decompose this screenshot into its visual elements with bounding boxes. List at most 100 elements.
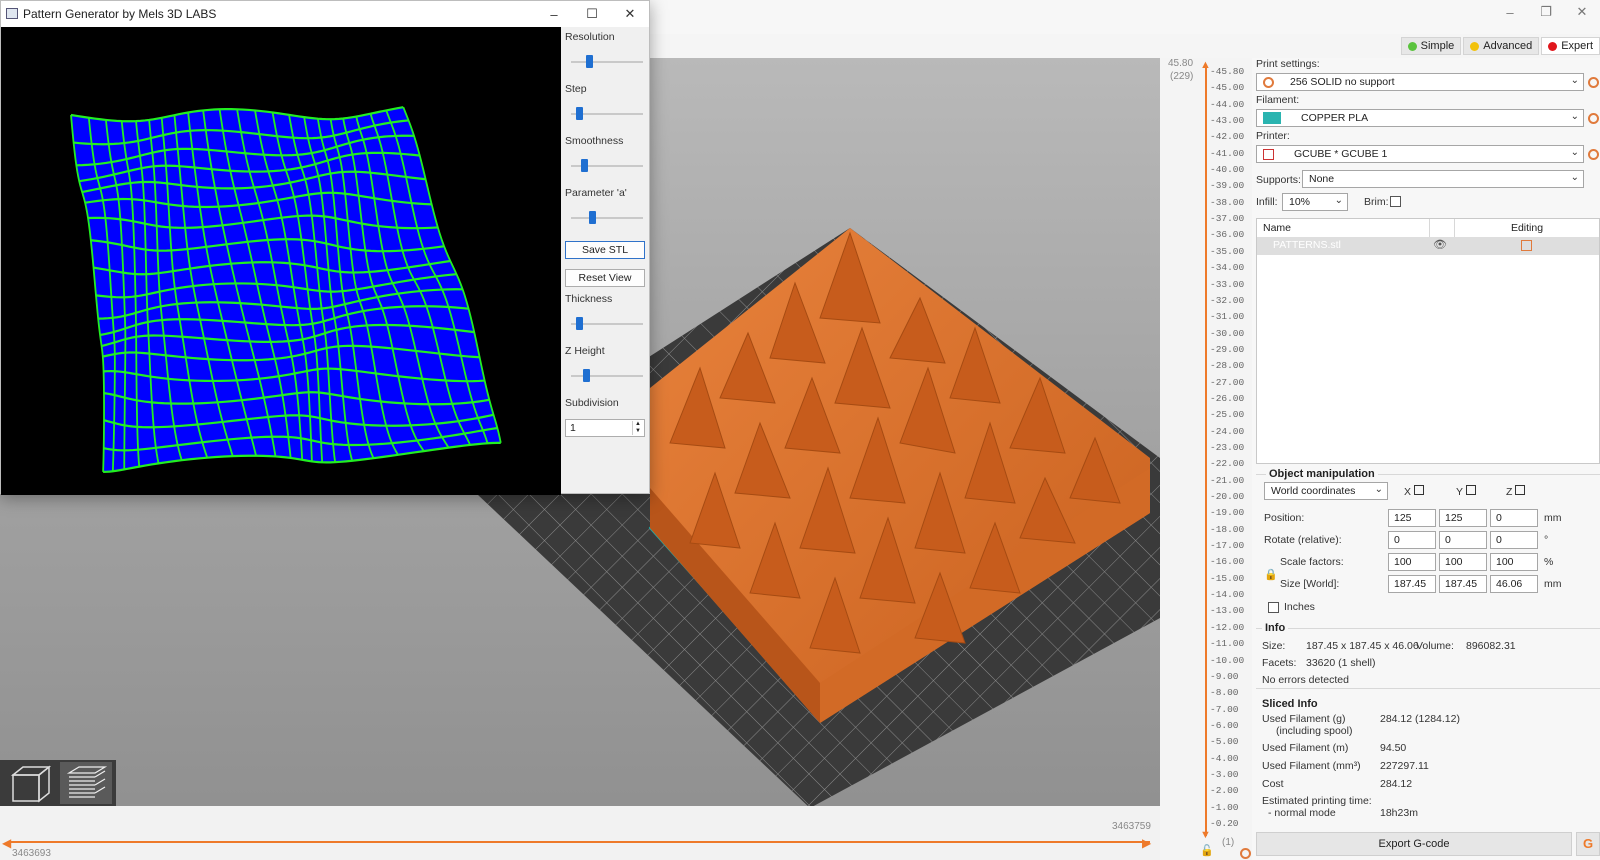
infill-label: Infill: bbox=[1256, 196, 1278, 208]
info-size-value: 187.45 x 187.45 x 46.06 bbox=[1306, 640, 1419, 652]
col-editing-header[interactable]: Editing bbox=[1455, 219, 1599, 237]
print-settings-edit-icon[interactable] bbox=[1588, 77, 1599, 88]
layer-tick-label: -19.00 bbox=[1210, 507, 1245, 519]
layer-tick-label: -17.00 bbox=[1210, 540, 1245, 552]
pattern-controls-panel: Resolution Step Smoothness Parameter 'a'… bbox=[561, 27, 649, 495]
z-height-slider[interactable] bbox=[571, 375, 643, 377]
size-x-input[interactable]: 187.45 bbox=[1388, 575, 1436, 593]
position-unit: mm bbox=[1544, 512, 1562, 524]
layer-tick-label: -44.00 bbox=[1210, 98, 1245, 110]
printer-edit-icon[interactable] bbox=[1588, 149, 1599, 160]
layer-lower-thumb-icon[interactable]: ▼ bbox=[1200, 829, 1211, 841]
step-slider-thumb[interactable] bbox=[576, 107, 584, 120]
printer-combo[interactable]: GCUBE * GCUBE 1 ⌄ bbox=[1256, 145, 1584, 163]
close-icon[interactable]: ✕ bbox=[1564, 0, 1600, 24]
position-z-input[interactable]: 0 bbox=[1490, 509, 1538, 527]
maximize-icon[interactable]: ☐ bbox=[573, 1, 611, 27]
settings-gear-icon[interactable] bbox=[1240, 848, 1251, 859]
supports-combo[interactable]: None ⌄ bbox=[1302, 170, 1584, 188]
resolution-slider[interactable] bbox=[571, 61, 643, 63]
preview-layers-button[interactable] bbox=[60, 762, 112, 804]
layer-slider-track[interactable] bbox=[1205, 68, 1207, 836]
thickness-slider-thumb[interactable] bbox=[576, 317, 584, 330]
position-y-input[interactable]: 125 bbox=[1439, 509, 1487, 527]
sliced-time-sublabel: - normal mode bbox=[1268, 807, 1336, 819]
object-row[interactable]: PATTERNS.stl 👁 bbox=[1257, 237, 1599, 255]
filament-edit-icon[interactable] bbox=[1588, 113, 1599, 124]
lock-scale-icon[interactable]: 🔒 bbox=[1264, 568, 1278, 581]
resolution-slider-thumb[interactable] bbox=[585, 55, 593, 68]
scale-z-input[interactable]: 100 bbox=[1490, 553, 1538, 571]
parameter-a-slider[interactable] bbox=[571, 217, 643, 219]
reset-view-button[interactable]: Reset View bbox=[565, 269, 645, 287]
send-to-printer-icon[interactable]: G bbox=[1576, 832, 1600, 856]
save-stl-button[interactable]: Save STL bbox=[565, 241, 645, 259]
horizontal-move-slider[interactable] bbox=[8, 841, 1150, 843]
info-volume-label: Volume: bbox=[1416, 640, 1454, 652]
mode-expert[interactable]: Expert bbox=[1541, 37, 1600, 55]
close-icon[interactable]: ✕ bbox=[611, 1, 649, 27]
axis-x-label: X bbox=[1404, 485, 1424, 498]
pattern-preview-canvas[interactable] bbox=[1, 27, 561, 495]
eye-icon[interactable]: 👁 bbox=[1433, 238, 1447, 251]
export-gcode-button[interactable]: Export G-code bbox=[1256, 832, 1572, 856]
printer-icon bbox=[1263, 148, 1274, 160]
z-height-slider-thumb[interactable] bbox=[582, 369, 590, 382]
size-y-input[interactable]: 187.45 bbox=[1439, 575, 1487, 593]
sliced-cost-value: 284.12 bbox=[1380, 778, 1413, 790]
mode-tabs: Simple Advanced Expert bbox=[1400, 37, 1600, 55]
layer-tick-label: -28.00 bbox=[1210, 360, 1245, 372]
coordinate-system-combo[interactable]: World coordinates ⌄ bbox=[1264, 482, 1388, 500]
layer-tick-label: -2.00 bbox=[1210, 785, 1239, 797]
sliced-filament-m-label: Used Filament (m) bbox=[1262, 742, 1349, 754]
3d-view-button[interactable] bbox=[4, 762, 56, 804]
edit-icon[interactable] bbox=[1521, 240, 1532, 251]
rotate-y-input[interactable]: 0 bbox=[1439, 531, 1487, 549]
size-z-input[interactable]: 46.06 bbox=[1490, 575, 1538, 593]
lock-icon[interactable]: 🔓 bbox=[1200, 844, 1214, 857]
smoothness-slider-thumb[interactable] bbox=[580, 159, 588, 172]
mode-advanced[interactable]: Advanced bbox=[1463, 37, 1540, 55]
layer-tick-label: -33.00 bbox=[1210, 278, 1245, 290]
rotate-label: Rotate (relative): bbox=[1264, 534, 1342, 546]
filament-combo[interactable]: COPPER PLA ⌄ bbox=[1256, 109, 1584, 127]
rotate-x-input[interactable]: 0 bbox=[1388, 531, 1436, 549]
inches-checkbox[interactable] bbox=[1268, 602, 1279, 613]
layer-tick-label: -12.00 bbox=[1210, 621, 1245, 633]
scale-x-input[interactable]: 100 bbox=[1388, 553, 1436, 571]
parameter-a-slider-thumb[interactable] bbox=[589, 211, 597, 224]
layer-tick-label: -43.00 bbox=[1210, 115, 1245, 127]
h-slider-left-value: 3463693 bbox=[12, 848, 51, 859]
minimize-icon[interactable]: – bbox=[1492, 0, 1528, 24]
chevron-down-icon: ⌄ bbox=[1570, 75, 1579, 86]
pattern-generator-window-controls: – ☐ ✕ bbox=[535, 1, 649, 27]
size-label: Size [World]: bbox=[1280, 578, 1340, 590]
info-facets-value: 33620 (1 shell) bbox=[1306, 657, 1376, 669]
object-list[interactable]: Name Editing PATTERNS.stl 👁 bbox=[1256, 218, 1600, 464]
slider-left-arrow-icon[interactable]: ◀ bbox=[2, 836, 11, 850]
mode-label: Advanced bbox=[1483, 40, 1533, 52]
sliced-time-value: 18h23m bbox=[1380, 807, 1418, 819]
rotate-z-input[interactable]: 0 bbox=[1490, 531, 1538, 549]
layer-tick-label: -27.00 bbox=[1210, 376, 1245, 388]
restore-icon[interactable]: ❐ bbox=[1528, 0, 1564, 24]
brim-checkbox[interactable] bbox=[1390, 196, 1401, 207]
mode-label: Simple bbox=[1420, 40, 1455, 52]
position-x-input[interactable]: 125 bbox=[1388, 509, 1436, 527]
infill-value: 10% bbox=[1289, 196, 1311, 208]
minimize-icon[interactable]: – bbox=[535, 1, 573, 27]
layer-tick-label: -25.00 bbox=[1210, 409, 1245, 421]
spin-arrows-icon[interactable]: ▲ ▼ bbox=[632, 421, 643, 435]
axis-z-label: Z bbox=[1506, 485, 1526, 498]
col-name-header[interactable]: Name bbox=[1257, 219, 1430, 237]
mode-simple[interactable]: Simple bbox=[1400, 37, 1462, 55]
scale-y-input[interactable]: 100 bbox=[1439, 553, 1487, 571]
brim-label: Brim: bbox=[1364, 196, 1389, 208]
info-size-label: Size: bbox=[1262, 640, 1286, 652]
subdivision-spinbox[interactable]: 1 ▲ ▼ bbox=[565, 419, 645, 437]
slider-right-arrow-icon[interactable]: ▶ bbox=[1142, 836, 1151, 850]
green-dot-icon bbox=[1407, 41, 1417, 51]
infill-combo[interactable]: 10% ⌄ bbox=[1282, 193, 1348, 211]
yellow-dot-icon bbox=[1470, 41, 1480, 51]
print-settings-combo[interactable]: 256 SOLID no support ⌄ bbox=[1256, 73, 1584, 91]
